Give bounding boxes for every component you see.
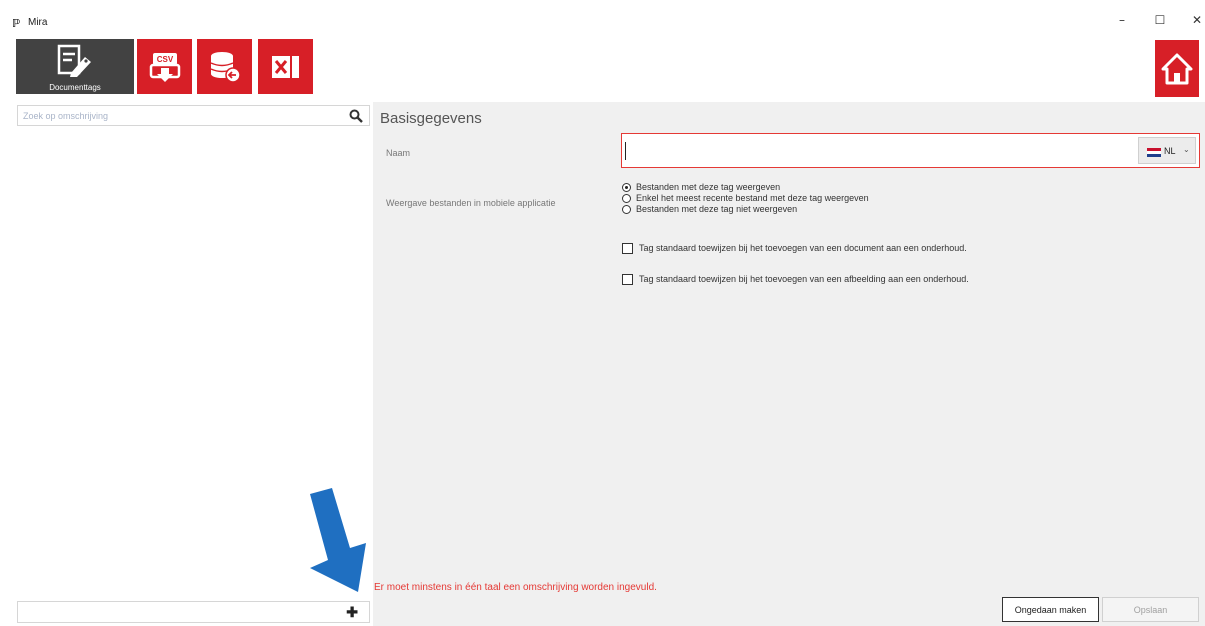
checkbox-afbeelding[interactable] [622,273,633,285]
radio-label: Enkel het meest recente bestand met deze… [636,193,869,203]
language-select[interactable]: NL ⌄ [1138,137,1196,164]
naam-field-container: NL ⌄ [621,133,1200,168]
radio-option-most-recent[interactable]: Enkel het meest recente bestand met deze… [622,193,869,203]
naam-input[interactable] [625,142,1130,160]
minimize-button[interactable]: – [1112,13,1132,29]
radio-button[interactable] [622,193,631,203]
detail-panel: Basisgegevens Naam NL ⌄ Weergave bestand… [373,102,1205,626]
naam-label: Naam [386,148,411,158]
svg-text:CSV: CSV [157,55,174,64]
undo-button[interactable]: Ongedaan maken [1002,597,1099,622]
save-button[interactable]: Opslaan [1102,597,1199,622]
maximize-button[interactable]: ☐ [1150,13,1170,29]
radio-button[interactable] [622,182,631,192]
window-title: Mira [28,17,48,28]
database-import-button[interactable] [197,39,252,94]
csv-export-icon: CSV [149,53,181,82]
radio-button[interactable] [622,204,631,214]
excel-export-button[interactable] [258,39,313,94]
search-input[interactable] [23,108,343,123]
nl-flag-icon [1147,148,1161,157]
radio-option-hide[interactable]: Bestanden met deze tag niet weergeven [622,204,797,214]
database-import-icon [210,52,241,83]
search-box [17,105,370,126]
checkbox-label: Tag standaard toewijzen bij het toevoege… [639,274,969,284]
close-button[interactable]: ✕ [1187,13,1205,29]
home-icon [1161,53,1193,85]
radio-label: Bestanden met deze tag weergeven [636,182,781,192]
ribbon-toolbar: Documenttags CSV [0,36,1205,102]
section-title: Basisgegevens [380,110,482,127]
documenttags-label: Documenttags [49,83,101,92]
annotation-arrow-icon [310,488,366,592]
checkbox-label: Tag standaard toewijzen bij het toevoege… [639,243,967,253]
checkbox-row-document[interactable]: Tag standaard toewijzen bij het toevoege… [622,242,967,254]
title-bar: ℙ Mira – ☐ ✕ [0,0,1205,36]
language-value: NL [1164,146,1176,156]
weergave-label: Weergave bestanden in mobiele applicatie [386,198,556,208]
radio-option-show-all[interactable]: Bestanden met deze tag weergeven [622,182,780,192]
csv-export-button[interactable]: CSV [137,39,192,94]
add-icon[interactable]: ✚ [346,604,358,621]
documenttags-button[interactable]: Documenttags [16,39,134,94]
validation-error-message: Er moet minstens in één taal een omschri… [374,582,657,593]
app-logo-icon: ℙ [12,17,21,30]
checkbox-row-afbeelding[interactable]: Tag standaard toewijzen bij het toevoege… [622,273,969,285]
excel-icon [272,56,299,78]
radio-label: Bestanden met deze tag niet weergeven [636,204,798,214]
home-button[interactable] [1155,40,1199,97]
checkbox-document[interactable] [622,242,633,254]
list-footer: ✚ [17,601,370,623]
chevron-down-icon: ⌄ [1183,145,1190,154]
document-tag-icon [57,44,91,77]
search-icon[interactable] [349,109,363,123]
